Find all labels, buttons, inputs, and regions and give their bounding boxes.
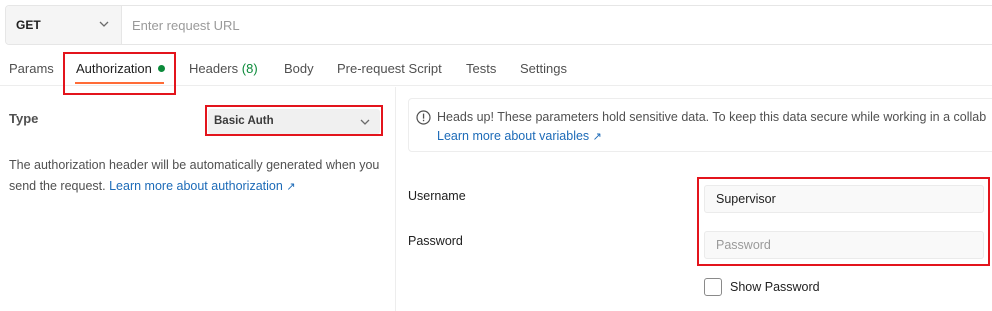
tab-authorization-label: Authorization — [76, 61, 152, 76]
method-select[interactable]: GET — [6, 6, 122, 44]
tab-authorization[interactable]: Authorization — [76, 61, 165, 76]
external-link-icon: ↗ — [592, 131, 602, 143]
method-label: GET — [16, 18, 41, 32]
url-input[interactable] — [122, 6, 992, 44]
learn-more-variables-text: Learn more about variables — [437, 129, 590, 143]
learn-more-authorization-link[interactable]: Learn more about authorization ↗ — [109, 179, 295, 193]
sensitive-data-notice: Heads up! These parameters hold sensitiv… — [408, 98, 992, 152]
password-label: Password — [408, 234, 463, 248]
auth-description: The authorization header will be automat… — [9, 155, 384, 198]
request-tabs: Params Authorization Headers (8) Body Pr… — [0, 50, 992, 86]
tab-params[interactable]: Params — [9, 61, 54, 76]
learn-more-authorization-text: Learn more about authorization — [109, 179, 283, 193]
username-label: Username — [408, 189, 466, 203]
username-field[interactable] — [704, 185, 984, 213]
password-field[interactable] — [704, 231, 984, 259]
auth-type-label: Type — [9, 111, 39, 126]
headers-count: (8) — [241, 61, 258, 76]
tab-settings[interactable]: Settings — [520, 61, 567, 76]
tab-headers-label: Headers — [189, 61, 239, 76]
tab-body[interactable]: Body — [284, 61, 314, 76]
auth-type-value: Basic Auth — [214, 115, 274, 127]
tab-pre-request-script[interactable]: Pre-request Script — [337, 61, 442, 76]
notice-text: Heads up! These parameters hold sensitiv… — [437, 110, 987, 124]
status-dot-icon — [157, 65, 165, 72]
show-password-label: Show Password — [730, 280, 820, 294]
show-password-checkbox[interactable] — [704, 278, 722, 296]
chevron-down-icon — [99, 21, 109, 27]
chevron-down-icon — [360, 119, 370, 125]
active-tab-indicator — [75, 82, 164, 84]
tab-headers[interactable]: Headers (8) — [189, 61, 258, 76]
learn-more-variables-link[interactable]: Learn more about variables ↗ — [437, 129, 602, 143]
info-icon — [416, 110, 431, 125]
tab-tests[interactable]: Tests — [466, 61, 496, 76]
auth-type-select[interactable]: Basic Auth — [208, 109, 380, 134]
panel-divider — [395, 87, 396, 311]
request-url-bar: GET — [5, 5, 992, 45]
external-link-icon: ↗ — [286, 181, 296, 193]
